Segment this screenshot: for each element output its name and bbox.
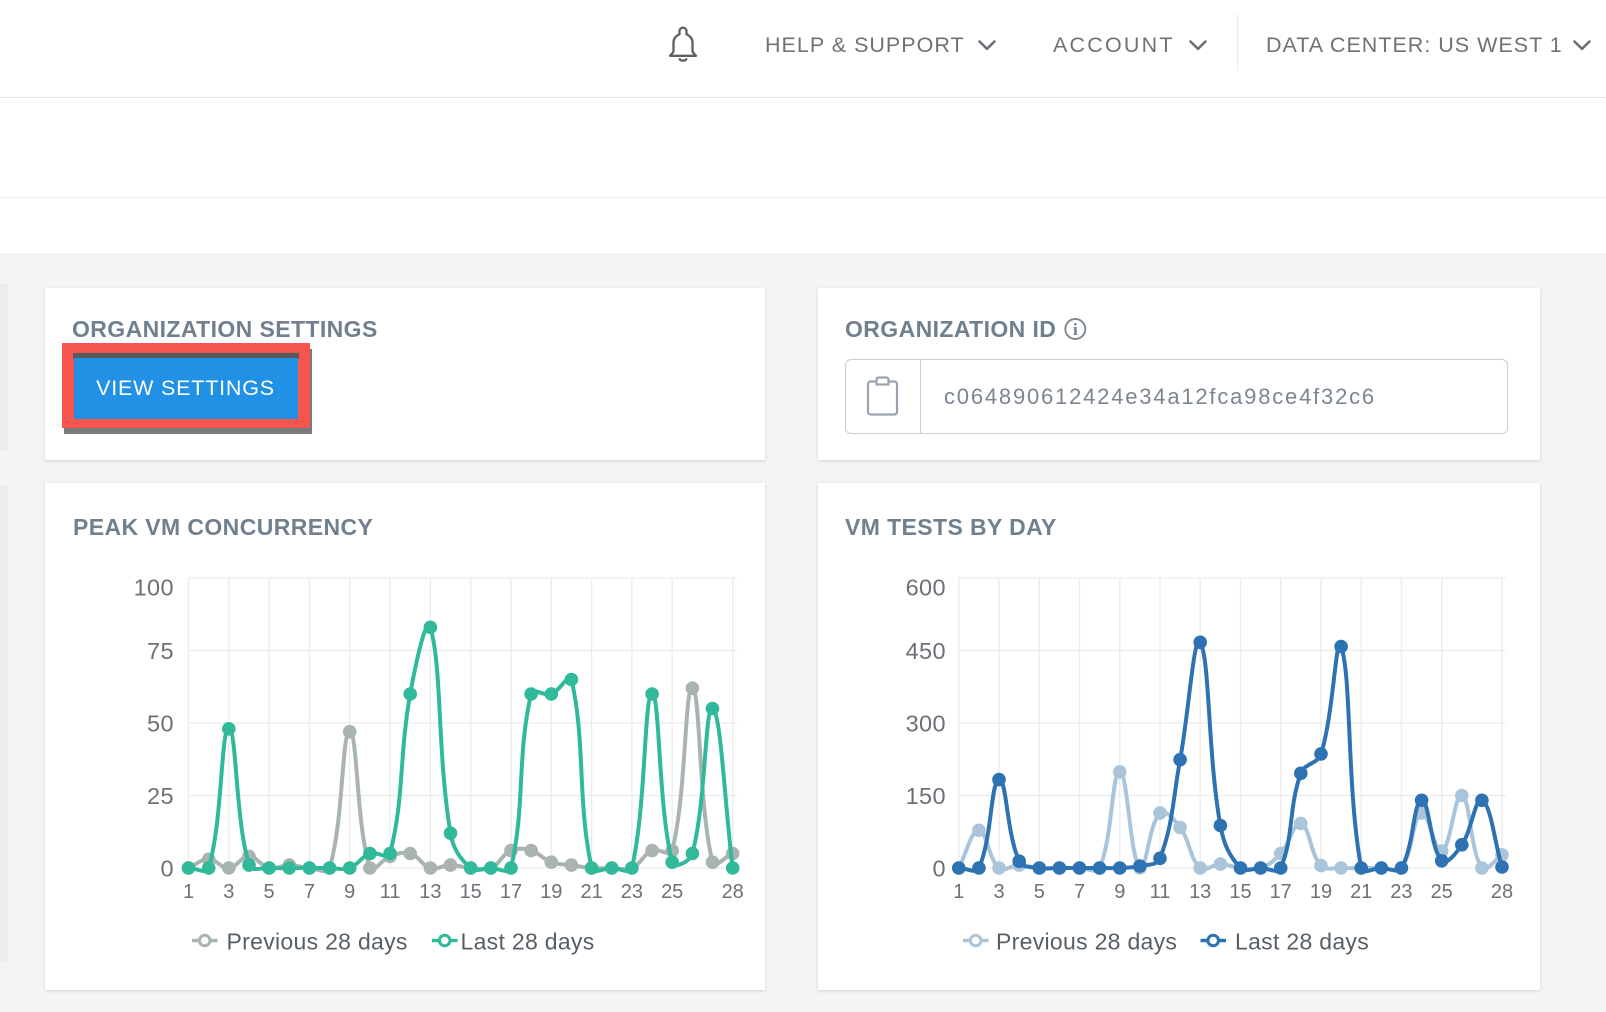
svg-text:Previous 28 days: Previous 28 days bbox=[996, 929, 1177, 955]
svg-text:Previous 28 days: Previous 28 days bbox=[227, 929, 408, 955]
svg-text:Last 28 days: Last 28 days bbox=[1235, 929, 1369, 955]
svg-text:i: i bbox=[1073, 320, 1078, 339]
svg-text:Last 28 days: Last 28 days bbox=[461, 929, 595, 955]
